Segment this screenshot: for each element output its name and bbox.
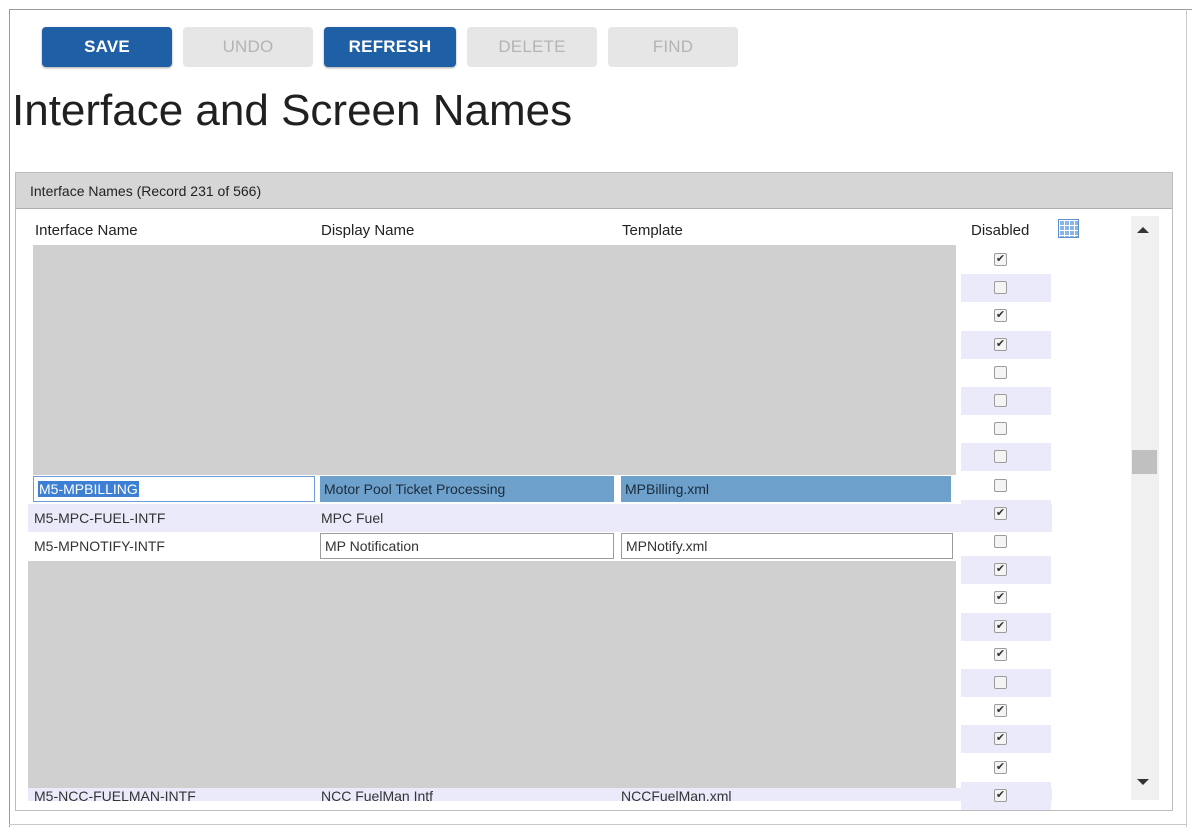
- frame-edge-right: [1186, 9, 1187, 827]
- disabled-checkbox[interactable]: [994, 535, 1007, 548]
- disabled-checkbox-checked[interactable]: ✔: [994, 563, 1007, 577]
- undo-button[interactable]: UNDO: [183, 27, 313, 67]
- disabled-checkbox[interactable]: [994, 281, 1007, 295]
- table-cell-display-name[interactable]: NCC FuelMan Intf: [317, 787, 613, 801]
- unrendered-rows-top: [33, 245, 956, 475]
- disabled-checkbox[interactable]: [994, 450, 1007, 464]
- disabled-checkbox[interactable]: [994, 478, 1007, 492]
- disabled-checkbox[interactable]: [994, 422, 1007, 436]
- page-title: Interface and Screen Names: [12, 86, 573, 135]
- vertical-scrollbar[interactable]: [1131, 216, 1159, 800]
- table-cell-template[interactable]: MPBilling.xml: [621, 476, 951, 502]
- table-cell-display-name[interactable]: Motor Pool Ticket Processing: [320, 476, 614, 502]
- disabled-checkbox-checked[interactable]: ✔: [994, 732, 1007, 746]
- table-cell-template[interactable]: [621, 505, 951, 531]
- disabled-checkbox[interactable]: [994, 394, 1007, 407]
- grid-icon[interactable]: [1058, 219, 1079, 238]
- refresh-button[interactable]: REFRESH: [324, 27, 456, 67]
- display-name-input[interactable]: MP Notification: [320, 533, 614, 559]
- column-header-interface-name[interactable]: Interface Name: [35, 222, 138, 239]
- table-cell-interface-name: M5-MPBILLING: [38, 481, 139, 497]
- disabled-checkbox-checked[interactable]: ✔: [994, 647, 1007, 661]
- disabled-checkbox-checked[interactable]: ✔: [994, 506, 1007, 520]
- disabled-checkbox-checked[interactable]: ✔: [994, 337, 1007, 351]
- frame-edge-bottom: [9, 824, 1187, 825]
- disabled-checkbox-checked[interactable]: ✔: [994, 253, 1007, 266]
- disabled-checkbox-checked[interactable]: ✔: [994, 704, 1007, 718]
- disabled-checkbox-checked[interactable]: ✔: [994, 309, 1007, 323]
- table-cell-display-name[interactable]: MPC Fuel: [317, 505, 613, 531]
- column-header-display-name[interactable]: Display Name: [321, 222, 414, 239]
- column-header-template[interactable]: Template: [622, 222, 683, 239]
- find-button[interactable]: FIND: [608, 27, 738, 67]
- scrollbar-thumb[interactable]: [1132, 450, 1157, 474]
- disabled-checkbox[interactable]: [994, 365, 1007, 379]
- table-cell-interface-name[interactable]: M5-NCC-FUELMAN-INTF: [30, 787, 315, 801]
- triangle-up-icon[interactable]: [1137, 227, 1149, 233]
- disabled-checkbox-checked[interactable]: ✔: [994, 591, 1007, 605]
- save-button[interactable]: SAVE: [42, 27, 172, 67]
- template-input[interactable]: MPNotify.xml: [621, 533, 953, 559]
- disabled-checkbox-checked[interactable]: ✔: [994, 760, 1007, 774]
- table-cell-interface-name[interactable]: M5-MPC-FUEL-INTF: [30, 505, 315, 531]
- disabled-checkbox-checked[interactable]: ✔: [994, 788, 1007, 802]
- unrendered-rows-bottom: [28, 561, 956, 788]
- interface-name-input[interactable]: M5-MPBILLING: [33, 476, 315, 502]
- disabled-checkbox[interactable]: [994, 676, 1007, 689]
- triangle-down-icon[interactable]: [1137, 779, 1149, 785]
- table-cell-interface-name[interactable]: M5-MPNOTIFY-INTF: [30, 533, 315, 559]
- disabled-checkbox-checked[interactable]: ✔: [994, 619, 1007, 633]
- panel-title: Interface Names (Record 231 of 566): [30, 183, 262, 199]
- delete-button[interactable]: DELETE: [467, 27, 597, 67]
- column-header-disabled[interactable]: Disabled: [971, 222, 1029, 239]
- table-cell-template[interactable]: NCCFuelMan.xml: [617, 787, 947, 801]
